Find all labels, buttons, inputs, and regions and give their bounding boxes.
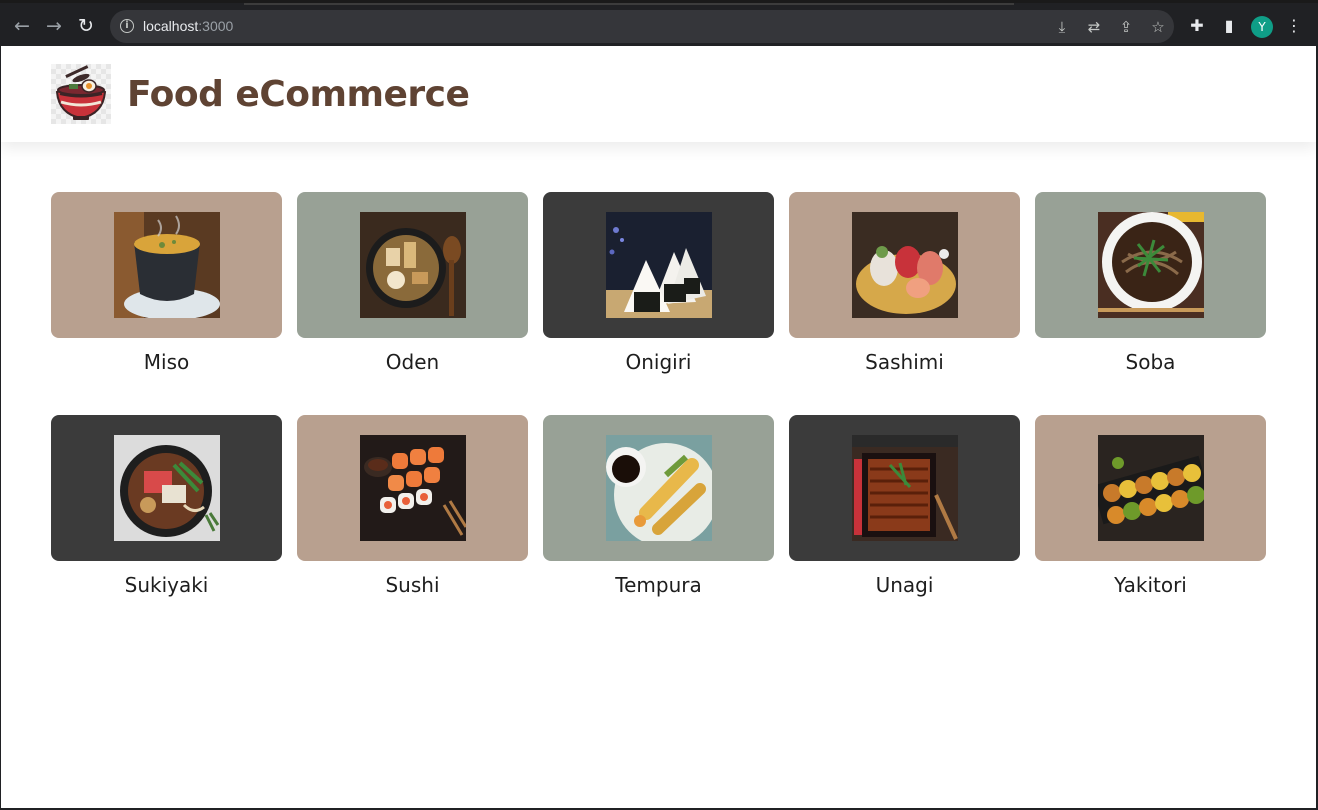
page-viewport: Food eCommerce Miso Oden Onigiri Sashimi…: [1, 46, 1316, 808]
forward-arrow-icon[interactable]: →: [43, 15, 65, 37]
profile-avatar[interactable]: Y: [1251, 16, 1273, 38]
oden-image[interactable]: [360, 212, 466, 318]
yakitori-image[interactable]: [1098, 435, 1204, 541]
product-name[interactable]: Miso: [51, 350, 282, 374]
url-host: localhost: [143, 18, 199, 34]
browser-toolbar: ← → ↻ i localhost:3000 ⤓ ⇄ ⇪ ☆ ✚ ▮ Y ⋮: [0, 0, 1318, 46]
miso-image[interactable]: [114, 212, 220, 318]
profile-initial: Y: [1258, 20, 1266, 34]
sashimi-image[interactable]: [852, 212, 958, 318]
bookmark-star-icon[interactable]: ☆: [1147, 16, 1169, 38]
product-name[interactable]: Sashimi: [789, 350, 1020, 374]
more-menu-icon[interactable]: ⋮: [1283, 15, 1305, 37]
ramen-bowl-icon[interactable]: [51, 64, 111, 124]
site-info-icon[interactable]: i: [120, 19, 134, 33]
extensions-puzzle-icon[interactable]: ✚: [1186, 15, 1208, 37]
site-title[interactable]: Food eCommerce: [127, 74, 470, 116]
product-name[interactable]: Sukiyaki: [51, 573, 282, 597]
address-bar[interactable]: i localhost:3000 ⤓ ⇄ ⇪ ☆: [110, 10, 1174, 43]
tab-strip: [244, 3, 1014, 5]
product-name[interactable]: Onigiri: [543, 350, 774, 374]
sukiyaki-image[interactable]: [114, 435, 220, 541]
site-header: Food eCommerce: [1, 46, 1316, 142]
url-text[interactable]: localhost:3000: [143, 18, 233, 34]
product-name[interactable]: Yakitori: [1035, 573, 1266, 597]
side-panel-icon[interactable]: ▮: [1218, 15, 1240, 37]
tempura-image[interactable]: [606, 435, 712, 541]
sushi-image[interactable]: [360, 435, 466, 541]
onigiri-image[interactable]: [606, 212, 712, 318]
unagi-image[interactable]: [852, 435, 958, 541]
product-name[interactable]: Tempura: [543, 573, 774, 597]
back-arrow-icon[interactable]: ←: [11, 15, 33, 37]
product-name[interactable]: Soba: [1035, 350, 1266, 374]
install-app-icon[interactable]: ⤓: [1051, 16, 1073, 38]
product-name[interactable]: Sushi: [297, 573, 528, 597]
url-port: :3000: [198, 18, 234, 34]
reload-icon[interactable]: ↻: [75, 15, 97, 37]
soba-image[interactable]: [1098, 212, 1204, 318]
translate-icon[interactable]: ⇄: [1083, 16, 1105, 38]
share-icon[interactable]: ⇪: [1115, 16, 1137, 38]
product-name[interactable]: Unagi: [789, 573, 1020, 597]
product-name[interactable]: Oden: [297, 350, 528, 374]
